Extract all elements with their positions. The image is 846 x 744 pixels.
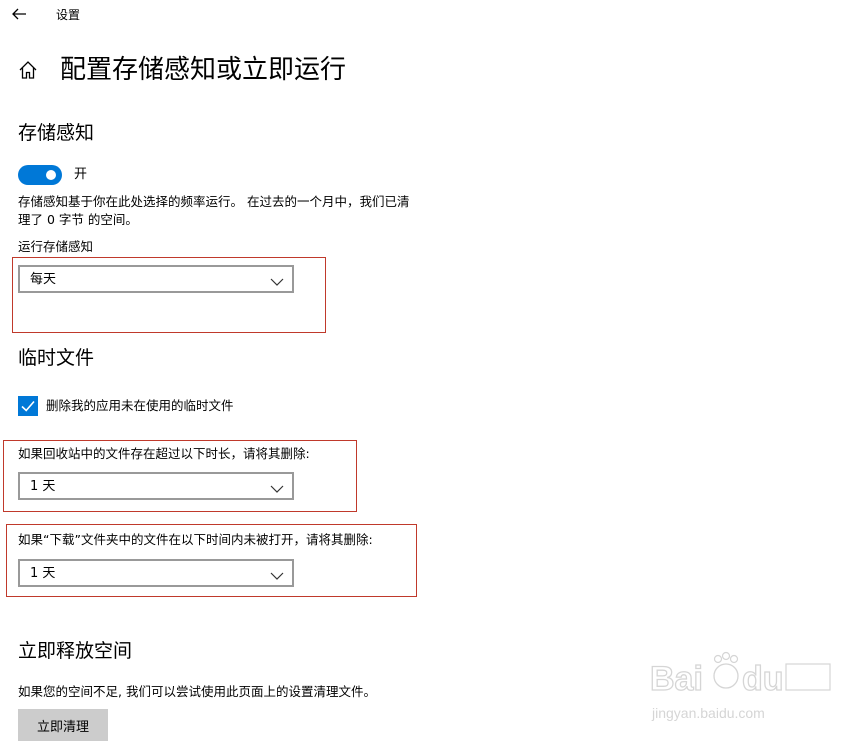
downloads-duration-dropdown[interactable]: 1 天: [18, 559, 294, 587]
free-space-heading: 立即释放空间: [18, 640, 133, 662]
chevron-down-icon: [270, 567, 284, 580]
storage-sense-description-line2: 理了 0 字节 的空间。: [18, 212, 138, 227]
recycle-bin-duration-dropdown[interactable]: 1 天: [18, 472, 294, 500]
run-frequency-value: 每天: [30, 272, 57, 287]
checkmark-icon: [21, 400, 35, 412]
run-storage-sense-label: 运行存储感知: [18, 239, 94, 254]
storage-sense-description-line1: 存储感知基于你在此处选择的频率运行。 在过去的一个月中，我们已清: [18, 194, 410, 209]
chevron-down-icon: [270, 273, 284, 286]
storage-sense-toggle[interactable]: [18, 165, 62, 185]
storage-sense-toggle-label: 开: [74, 167, 88, 182]
clean-now-button[interactable]: 立即清理: [18, 709, 108, 741]
toggle-knob: [46, 170, 56, 180]
back-arrow-icon[interactable]: [10, 6, 28, 22]
run-frequency-dropdown[interactable]: 每天: [18, 265, 294, 293]
settings-window: 设置 配置存储感知或立即运行 存储感知 开 存储感知基于你在此处选择的频率运行。…: [0, 0, 846, 744]
recycle-bin-duration-value: 1 天: [30, 479, 56, 494]
page-title: 配置存储感知或立即运行: [60, 55, 347, 85]
watermark-url-text: jingyan.baidu.com: [651, 705, 765, 721]
storage-sense-heading: 存储感知: [18, 122, 95, 144]
temp-files-heading: 临时文件: [18, 347, 95, 369]
downloads-folder-label: 如果“下载”文件夹中的文件在以下时间内未被打开，请将其删除:: [18, 532, 373, 547]
downloads-duration-value: 1 天: [30, 566, 56, 581]
home-icon[interactable]: [18, 60, 38, 80]
delete-unused-app-files-label: 删除我的应用未在使用的临时文件: [46, 398, 234, 413]
recycle-bin-label: 如果回收站中的文件存在超过以下时长，请将其删除:: [18, 446, 310, 461]
free-space-description: 如果您的空间不足, 我们可以尝试使用此页面上的设置清理文件。: [18, 684, 376, 699]
delete-unused-app-files-checkbox[interactable]: [18, 396, 38, 416]
svg-text:Bai: Bai: [650, 660, 703, 698]
svg-text:du: du: [742, 660, 784, 698]
baidu-jingyan-watermark: Bai du jingyan.baidu.com: [646, 646, 836, 736]
chevron-down-icon: [270, 480, 284, 493]
window-title: 设置: [56, 8, 81, 22]
